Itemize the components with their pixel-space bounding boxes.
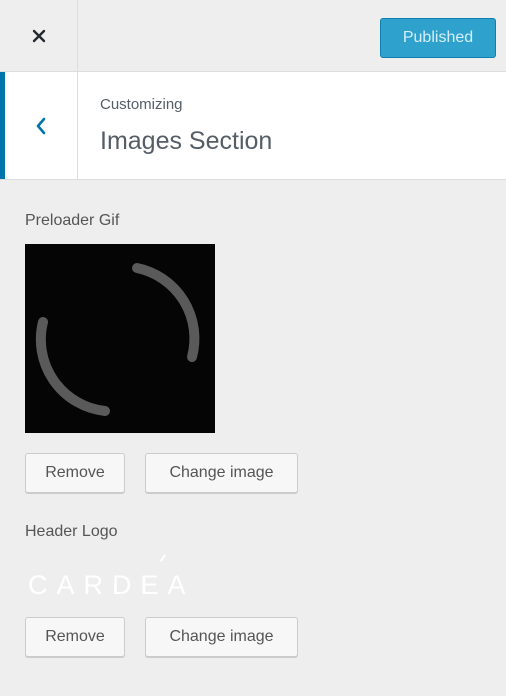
header-logo-label: Header Logo bbox=[25, 523, 118, 540]
section-header: Customizing Images Section bbox=[0, 72, 506, 180]
preloader-gif-preview bbox=[25, 244, 215, 433]
customizer-header: Published bbox=[0, 0, 506, 72]
logo-remove-button[interactable]: Remove bbox=[25, 617, 125, 657]
close-icon bbox=[32, 29, 45, 42]
logo-accent-mark bbox=[159, 554, 167, 562]
loading-spinner-icon bbox=[35, 263, 200, 416]
published-button[interactable]: Published bbox=[380, 18, 496, 58]
logo-change-image-button[interactable]: Change image bbox=[145, 617, 298, 657]
close-button[interactable] bbox=[0, 0, 78, 71]
customizer-panel: Published Customizing Images Section Pre… bbox=[0, 0, 506, 696]
header-logo-image: CARDEA bbox=[28, 570, 195, 600]
preloader-change-image-button[interactable]: Change image bbox=[145, 453, 298, 493]
section-title: Images Section bbox=[100, 127, 273, 155]
back-button[interactable] bbox=[0, 72, 78, 179]
preloader-gif-label: Preloader Gif bbox=[25, 212, 120, 229]
chevron-left-icon bbox=[36, 117, 46, 134]
section-subtitle: Customizing bbox=[100, 96, 183, 113]
preloader-remove-button[interactable]: Remove bbox=[25, 453, 125, 493]
